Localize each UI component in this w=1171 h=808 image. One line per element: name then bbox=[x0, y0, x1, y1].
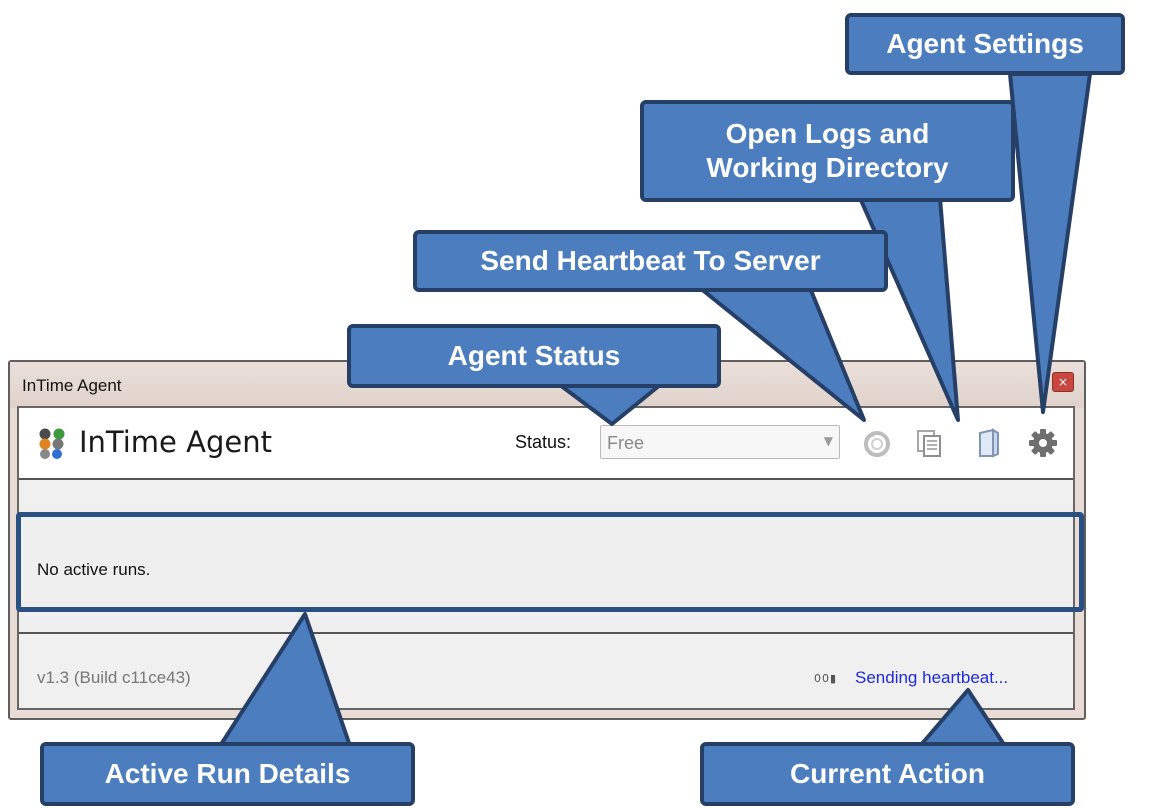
agent-status-pointer bbox=[558, 383, 662, 426]
agent-status-callout: Agent Status bbox=[347, 324, 721, 388]
current-action-pointer bbox=[918, 688, 1007, 748]
open-logs-callout-text: Open Logs and Working Directory bbox=[706, 118, 949, 183]
agent-settings-pointer bbox=[1008, 72, 1092, 414]
heartbeat-pointer bbox=[698, 286, 866, 422]
active-run-details-callout: Active Run Details bbox=[40, 742, 415, 806]
current-action-callout: Current Action bbox=[700, 742, 1075, 806]
heartbeat-callout: Send Heartbeat To Server bbox=[413, 230, 888, 292]
agent-settings-callout: Agent Settings bbox=[845, 13, 1125, 75]
open-logs-callout: Open Logs and Working Directory bbox=[640, 100, 1015, 202]
active-runs-highlight bbox=[16, 512, 1084, 612]
active-run-pointer bbox=[218, 612, 352, 748]
